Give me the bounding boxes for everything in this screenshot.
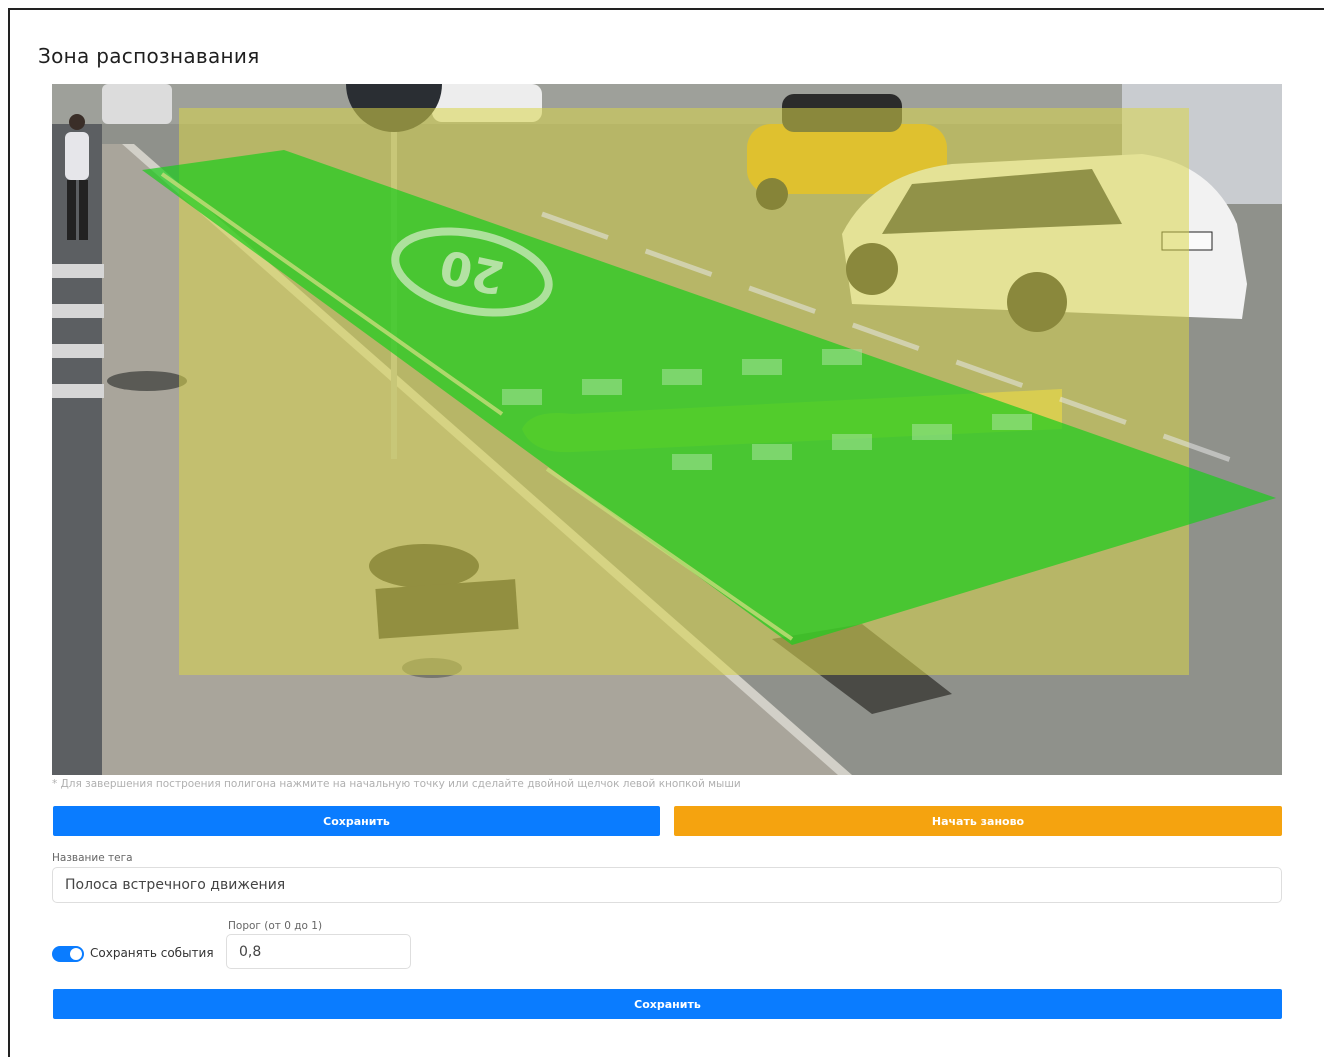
tag-name-input[interactable]: Полоса встречного движения <box>52 867 1282 903</box>
wall-stripe <box>52 344 104 358</box>
restart-polygon-button[interactable]: Начать заново <box>674 806 1282 836</box>
polygon-hint: * Для завершения построения полигона наж… <box>52 778 741 790</box>
van <box>102 84 172 124</box>
save-events-toggle[interactable] <box>52 946 84 962</box>
save-button[interactable]: Сохранить <box>53 989 1282 1019</box>
tag-name-label: Название тега <box>52 852 133 864</box>
save-polygon-button[interactable]: Сохранить <box>53 806 660 836</box>
page-title: Зона распознавания <box>38 44 260 68</box>
camera-scene: 20 <box>52 84 1282 775</box>
camera-view[interactable]: 20 <box>52 84 1282 775</box>
threshold-label: Порог (от 0 до 1) <box>228 920 323 932</box>
toggle-knob <box>70 948 82 960</box>
building-wall <box>52 124 102 775</box>
wall-stripe <box>52 304 104 318</box>
threshold-input[interactable]: 0,8 <box>226 934 411 969</box>
wall-stripe <box>52 384 104 398</box>
tag-name-value: Полоса встречного движения <box>65 877 286 893</box>
wall-stripe <box>52 264 104 278</box>
manhole <box>107 371 187 391</box>
threshold-value: 0,8 <box>239 943 262 960</box>
save-events-label: Сохранять события <box>90 946 214 960</box>
